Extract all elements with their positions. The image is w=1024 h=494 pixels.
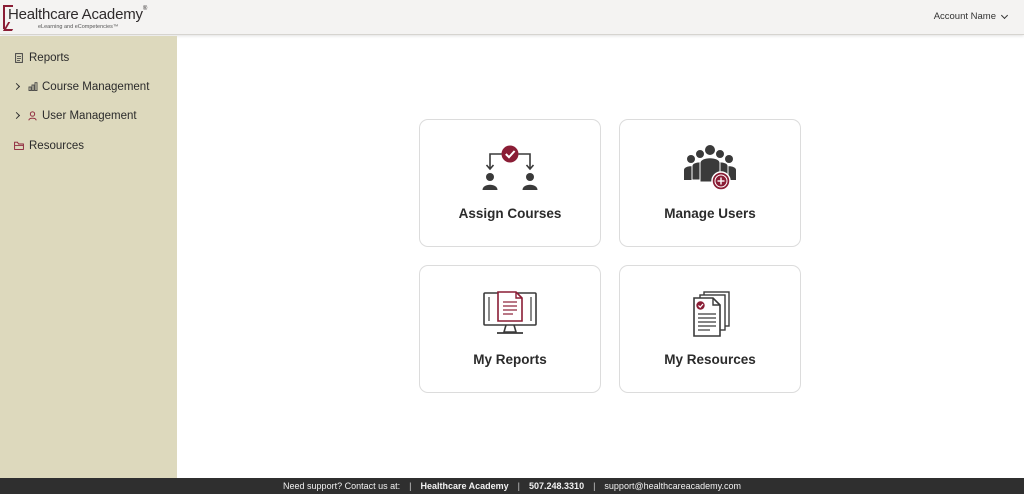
top-bar: Healthcare Academy® eLearning and eCompe… xyxy=(0,0,1024,35)
folder-icon xyxy=(14,141,24,150)
my-resources-card[interactable]: My Resources xyxy=(619,265,801,393)
footer-email-link[interactable]: support@healthcareacademy.com xyxy=(604,481,741,491)
sidebar-item-course-management[interactable]: Course Management xyxy=(0,76,177,98)
user-icon xyxy=(28,111,37,121)
bar-chart-icon xyxy=(28,82,38,91)
sidebar-item-label: Resources xyxy=(29,140,84,152)
healthcare-academy-logo[interactable]: Healthcare Academy® eLearning and eCompe… xyxy=(3,4,148,32)
sidebar-item-label: Reports xyxy=(29,52,70,64)
sidebar-item-label: Course Management xyxy=(42,81,150,93)
sidebar: Reports Course Management User Managemen… xyxy=(0,36,177,478)
footer-separator: | xyxy=(517,481,521,491)
document-icon xyxy=(15,53,23,63)
footer-separator: | xyxy=(593,481,596,491)
card-label: Manage Users xyxy=(664,206,756,221)
chevron-down-icon xyxy=(1000,11,1009,19)
footer-phone-link[interactable]: 507.248.3310 xyxy=(529,481,584,491)
footer-separator: | xyxy=(409,481,412,491)
footer-support-text: Need support? Contact us at: xyxy=(283,481,401,491)
assign-courses-icon xyxy=(482,145,538,190)
monitor-report-icon xyxy=(483,291,537,334)
assign-courses-card[interactable]: Assign Courses xyxy=(419,119,601,247)
my-reports-card[interactable]: My Reports xyxy=(419,265,601,393)
sidebar-item-reports[interactable]: Reports xyxy=(0,47,177,69)
footer: Need support? Contact us at: | Healthcar… xyxy=(0,478,1024,494)
chevron-right-icon xyxy=(12,82,21,91)
logo-title: Healthcare Academy® xyxy=(8,6,148,23)
card-label: My Reports xyxy=(473,352,547,367)
manage-users-card[interactable]: Manage Users xyxy=(619,119,801,247)
account-menu[interactable]: Account Name xyxy=(933,11,1009,22)
chevron-right-icon xyxy=(12,111,21,120)
manage-users-icon xyxy=(684,144,736,191)
documents-stack-icon xyxy=(693,291,730,337)
sidebar-item-label: User Management xyxy=(42,110,137,122)
footer-brand: Healthcare Academy xyxy=(420,481,509,491)
account-name-label: Account Name xyxy=(933,11,996,22)
sidebar-item-resources[interactable]: Resources xyxy=(0,135,177,157)
logo-tagline: eLearning and eCompetencies™ xyxy=(38,24,119,30)
card-label: Assign Courses xyxy=(458,206,562,221)
sidebar-item-user-management[interactable]: User Management xyxy=(0,105,177,127)
card-label: My Resources xyxy=(664,352,756,367)
